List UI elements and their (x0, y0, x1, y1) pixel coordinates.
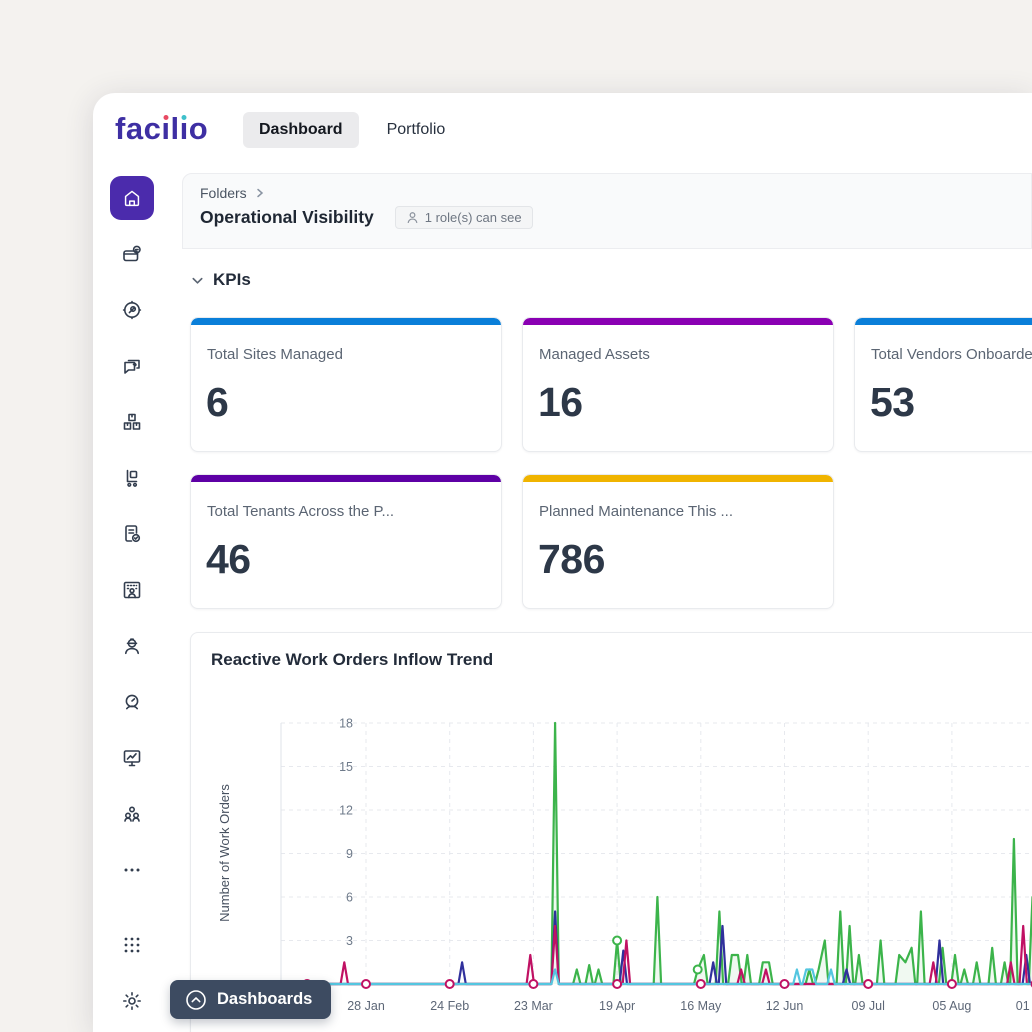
svg-text:24 Feb: 24 Feb (430, 999, 469, 1013)
kpi-grid: Total Sites Managed 6 Managed Assets 16 Tota… (190, 317, 1032, 609)
sidebar-item-analytics[interactable] (120, 746, 144, 770)
kpi-accent-strip (523, 318, 833, 325)
kpi-label: Total Tenants Across the P... (207, 503, 485, 520)
kpi-accent-strip (523, 475, 833, 482)
monitor-chart-icon (120, 746, 144, 770)
kpi-label: Total Vendors Onboarded (871, 346, 1032, 363)
sidebar-item-workforce[interactable] (120, 634, 144, 658)
kpi-value: 53 (870, 379, 1032, 426)
page-title: Operational Visibility (200, 207, 374, 228)
wallet-money-icon (120, 242, 144, 266)
kpi-label: Managed Assets (539, 346, 817, 363)
logo-i-dot (182, 115, 187, 120)
svg-text:01 Sep: 01 Sep (1016, 999, 1032, 1013)
sidebar-item-procurement[interactable] (120, 466, 144, 490)
sidebar-item-settings[interactable] (120, 989, 144, 1013)
kpi-section-title: KPIs (213, 270, 251, 290)
worker-icon (120, 634, 144, 658)
svg-text:9: 9 (346, 847, 353, 861)
gear-wrench-icon (120, 298, 144, 322)
breadcrumb: Folders (200, 185, 1031, 201)
breadcrumb-panel: Folders Operational Visibility 1 role(s)… (182, 173, 1032, 249)
sidebar-item-facility[interactable] (120, 578, 144, 602)
svg-text:12: 12 (339, 804, 353, 818)
svg-text:19 Apr: 19 Apr (599, 999, 635, 1013)
logo[interactable]: facılıo (115, 111, 208, 147)
kpi-card-4: Planned Maintenance This ... 786 (522, 474, 834, 609)
svg-text:16 May: 16 May (680, 999, 722, 1013)
logo-i-dot (163, 115, 168, 120)
kpi-accent-strip (191, 475, 501, 482)
svg-text:6: 6 (346, 891, 353, 905)
kpi-value: 6 (206, 379, 485, 426)
kpi-label: Total Sites Managed (207, 346, 485, 363)
kpi-accent-strip (855, 318, 1032, 325)
y-axis-label: Number of Work Orders (217, 784, 232, 922)
svg-text:15: 15 (339, 760, 353, 774)
sidebar-item-maintenance[interactable] (120, 298, 144, 322)
sidebar-item-contracts[interactable] (120, 522, 144, 546)
boxes-icon (120, 410, 144, 434)
svg-text:05 Aug: 05 Aug (932, 999, 971, 1013)
ellipsis-icon (120, 858, 144, 882)
workorders-chart-card: Reactive Work Orders Inflow Trend 369121… (190, 632, 1032, 1032)
breadcrumb-folders-link[interactable]: Folders (200, 185, 247, 201)
roles-badge[interactable]: 1 role(s) can see (395, 206, 533, 229)
gauge-icon (120, 690, 144, 714)
sidebar-item-inventory[interactable] (120, 410, 144, 434)
kpi-card-1: Managed Assets 16 (522, 317, 834, 452)
home-icon (121, 187, 143, 209)
workorders-chart-svg[interactable]: 3 6 9 12 15 18 28 Jan 24 Feb 23 Mar 19 Apr 16 May 1… (191, 633, 1032, 1032)
roles-badge-label: 1 role(s) can see (425, 210, 522, 225)
header-tabs: Dashboard Portfolio (243, 112, 461, 148)
sidebar-item-more[interactable] (120, 858, 144, 882)
kpi-value: 786 (538, 536, 817, 583)
dashboards-button[interactable]: Dashboards (170, 980, 331, 1019)
svg-text:23 Mar: 23 Mar (514, 999, 553, 1013)
svg-text:12 Jun: 12 Jun (766, 999, 804, 1013)
sidebar (109, 176, 155, 1032)
chevron-right-icon (255, 188, 265, 198)
tab-dashboard[interactable]: Dashboard (243, 112, 359, 148)
dashboards-button-label: Dashboards (217, 990, 312, 1009)
cart-icon (120, 466, 144, 490)
svg-text:3: 3 (346, 934, 353, 948)
settings-gear-icon (120, 989, 144, 1013)
chevron-down-icon[interactable] (190, 273, 205, 288)
kpi-label: Planned Maintenance This ... (539, 503, 817, 520)
kpi-card-2: Total Vendors Onboarded 53 (854, 317, 1032, 452)
chevron-up-circle-icon (185, 989, 207, 1011)
grid-dots-icon (120, 933, 144, 957)
document-check-icon (120, 522, 144, 546)
building-person-icon (120, 578, 144, 602)
svg-text:09 Jul: 09 Jul (852, 999, 885, 1013)
svg-text:28 Jan: 28 Jan (347, 999, 385, 1013)
sidebar-item-home[interactable] (110, 176, 154, 220)
chat-question-icon (120, 354, 144, 378)
kpi-card-0: Total Sites Managed 6 (190, 317, 502, 452)
kpi-accent-strip (191, 318, 501, 325)
kpi-value: 46 (206, 536, 485, 583)
svg-text:18: 18 (339, 717, 353, 731)
app-window: facılıo Dashboard Portfolio Folders Opera… (93, 93, 1032, 1032)
kpi-card-3: Total Tenants Across the P... 46 (190, 474, 502, 609)
sidebar-item-finance[interactable] (120, 242, 144, 266)
people-group-icon (120, 802, 144, 826)
tab-portfolio[interactable]: Portfolio (371, 112, 462, 148)
sidebar-item-performance[interactable] (120, 690, 144, 714)
kpi-value: 16 (538, 379, 817, 426)
sidebar-item-teams[interactable] (120, 802, 144, 826)
sidebar-item-apps[interactable] (120, 933, 144, 957)
person-icon (406, 211, 419, 224)
sidebar-item-helpdesk[interactable] (120, 354, 144, 378)
